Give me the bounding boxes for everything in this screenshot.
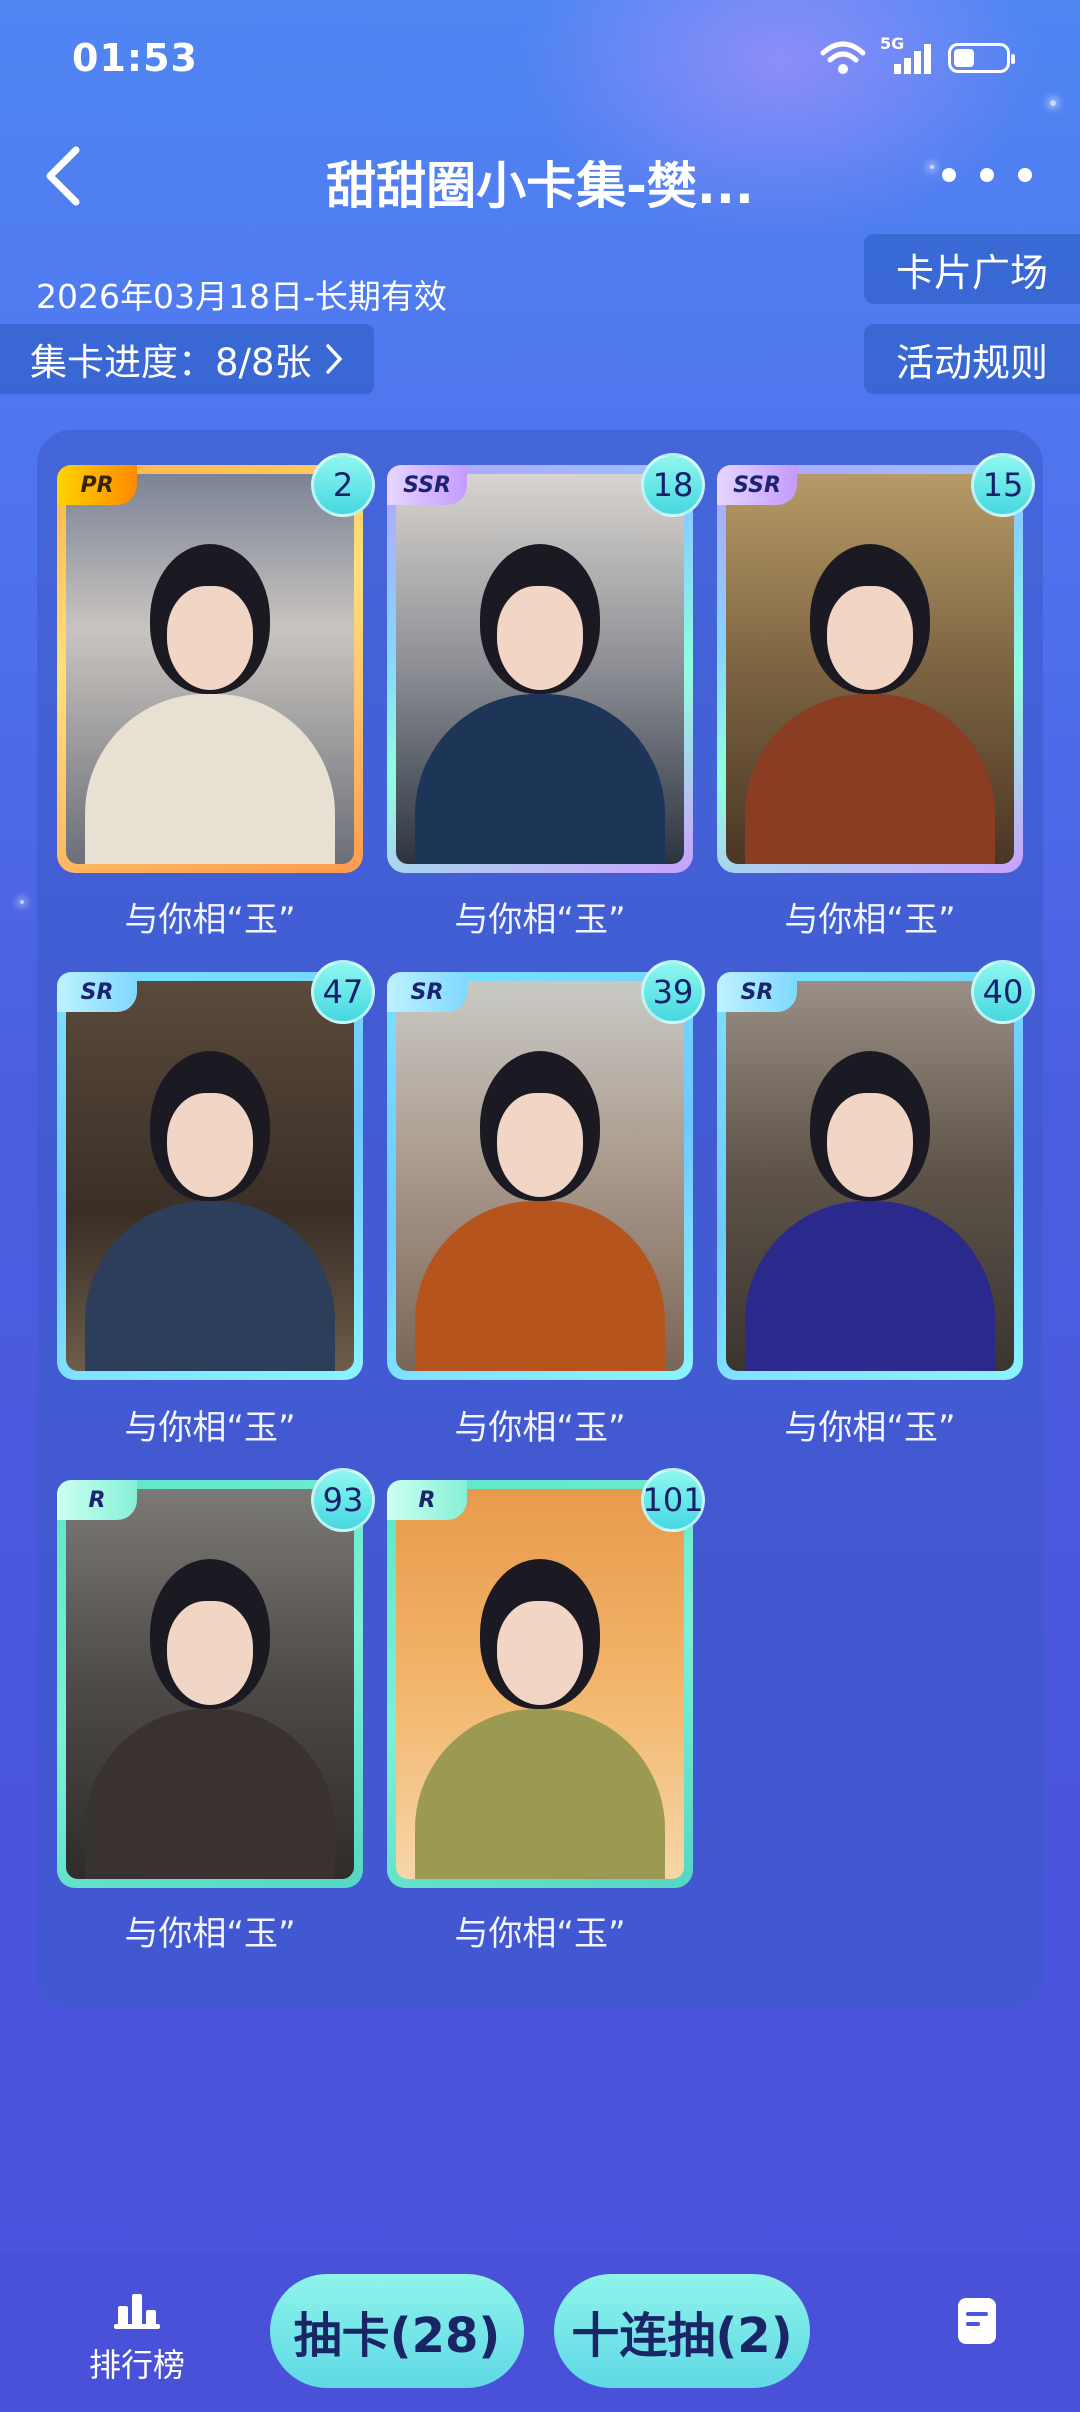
rarity-badge: PR: [57, 465, 137, 505]
card-count-badge: 2: [311, 453, 375, 517]
status-bar: 01:53 5G: [0, 0, 1080, 120]
rarity-badge: SSR: [387, 465, 467, 505]
card-item[interactable]: SR 47: [57, 960, 375, 1380]
page-title: 甜甜圈小卡集-樊...: [326, 157, 754, 215]
rarity-badge: SR: [387, 972, 467, 1012]
card-name: 与你相“玉”: [454, 1914, 626, 1954]
collection-progress-text: 集卡进度：8/8张: [30, 341, 312, 384]
card-count-badge: 101: [641, 1468, 705, 1532]
rarity-badge: SR: [57, 972, 137, 1012]
card-item[interactable]: SSR 15: [717, 453, 1035, 873]
rarity-badge: R: [57, 1480, 137, 1520]
activity-rules-button[interactable]: 活动规则: [864, 324, 1080, 394]
card-name: 与你相“玉”: [784, 1408, 956, 1448]
wifi-icon: [820, 41, 866, 74]
card-count-badge: 39: [641, 960, 705, 1024]
card-name: 与你相“玉”: [124, 1408, 296, 1448]
sparkle-decoration: [930, 165, 934, 169]
rarity-badge: SSR: [717, 465, 797, 505]
rarity-badge: R: [387, 1480, 467, 1520]
card-count-badge: 93: [311, 1468, 375, 1532]
document-icon[interactable]: [958, 2298, 996, 2344]
battery-icon: [948, 43, 1015, 73]
card-count-badge: 18: [641, 453, 705, 517]
chevron-right-icon: [325, 344, 342, 374]
cellular-signal-icon: 5G: [880, 34, 934, 76]
card-item[interactable]: SSR 18: [387, 453, 705, 873]
collection-progress-button[interactable]: 集卡进度：8/8张: [0, 324, 374, 394]
card-item[interactable]: PR 2: [57, 453, 375, 873]
card-name: 与你相“玉”: [124, 1914, 296, 1954]
ranking-label: 排行榜: [88, 2346, 185, 2384]
card-count-badge: 15: [971, 453, 1035, 517]
bar-chart-icon: [114, 2294, 160, 2329]
ranking-button[interactable]: 排行榜: [82, 2290, 192, 2386]
card-name: 与你相“玉”: [454, 1408, 626, 1448]
card-square-button[interactable]: 卡片广场: [864, 234, 1080, 304]
card-name: 与你相“玉”: [784, 900, 956, 940]
card-name: 与你相“玉”: [454, 900, 626, 940]
card-item[interactable]: R 101: [387, 1468, 705, 1888]
card-name: 与你相“玉”: [124, 900, 296, 940]
card-count-badge: 47: [311, 960, 375, 1024]
card-item[interactable]: R 93: [57, 1468, 375, 1888]
back-arrow-icon[interactable]: [36, 140, 96, 212]
ten-draw-button[interactable]: 十连抽(2): [554, 2274, 810, 2388]
validity-date: 2026年03月18日-长期有效: [36, 277, 447, 316]
status-time: 01:53: [72, 36, 198, 80]
card-item[interactable]: SR 39: [387, 960, 705, 1380]
card-item[interactable]: SR 40: [717, 960, 1035, 1380]
sparkle-decoration: [20, 900, 24, 904]
card-count-badge: 40: [971, 960, 1035, 1024]
more-options-icon[interactable]: [942, 150, 1032, 200]
rarity-badge: SR: [717, 972, 797, 1012]
draw-card-button[interactable]: 抽卡(28): [270, 2274, 524, 2388]
